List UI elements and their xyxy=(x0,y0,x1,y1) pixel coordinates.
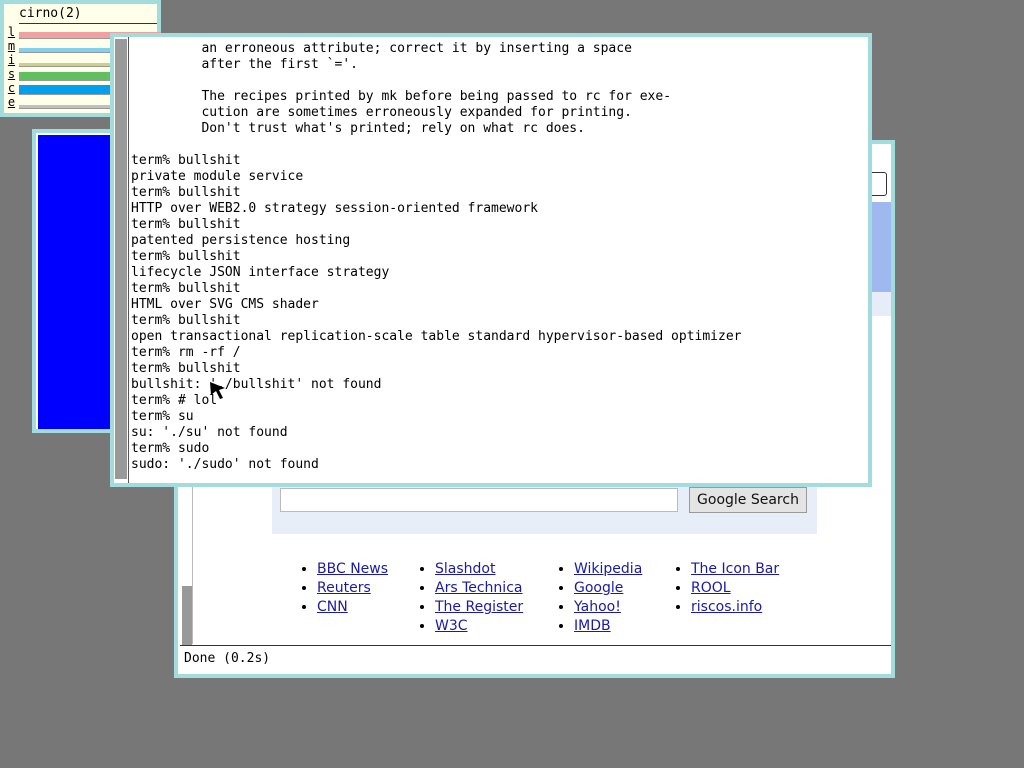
google-search-button[interactable]: Google Search xyxy=(689,487,807,513)
terminal-line: cution are sometimes erroneously expande… xyxy=(131,105,632,120)
stats-row-letter: c xyxy=(7,81,16,95)
link-bbc-news[interactable]: BBC News xyxy=(317,561,388,577)
terminal-line: patented persistence hosting xyxy=(131,233,351,248)
link-list-item: CNN xyxy=(317,598,421,617)
terminal-line: term% bullshit xyxy=(131,185,241,200)
terminal-line: su: './su' not found xyxy=(131,425,288,440)
terminal-line: bullshit: './bullshit' not found xyxy=(131,377,382,392)
link-riscos-info[interactable]: riscos.info xyxy=(691,599,762,615)
terminal-line: term% rm -rf / xyxy=(131,345,241,360)
link-list-item: Reuters xyxy=(317,579,421,598)
link-list-item: BBC News xyxy=(317,560,421,579)
link-yahoo[interactable]: Yahoo! xyxy=(574,599,621,615)
link-list-item: The Icon Bar xyxy=(691,560,801,579)
link-column-reference: Wikipedia Google Yahoo! IMDB xyxy=(560,560,677,636)
browser-scroll-thumb[interactable] xyxy=(182,586,192,652)
link-the-icon-bar[interactable]: The Icon Bar xyxy=(691,561,779,577)
link-list-item: W3C xyxy=(435,617,560,636)
link-list-item: Slashdot xyxy=(435,560,560,579)
stats-divider xyxy=(19,23,157,24)
status-text: Done (0.2s) xyxy=(184,651,271,666)
terminal-line: term% sudo xyxy=(131,441,210,456)
stats-row-letter: e xyxy=(7,95,16,109)
terminal-line: term% bullshit xyxy=(131,281,241,296)
terminal-line: term% bullshit xyxy=(131,153,241,168)
terminal-line: Don't trust what's printed; rely on what… xyxy=(131,121,585,136)
link-list-item: Google xyxy=(574,579,677,598)
terminal-scrollbar[interactable] xyxy=(114,37,129,483)
terminal-line: after the first `='. xyxy=(131,57,358,72)
terminal-line: private module service xyxy=(131,169,304,184)
link-column-news: BBC News Reuters CNN xyxy=(303,560,421,636)
terminal-line: open transactional replication-scale tab… xyxy=(131,329,742,344)
link-column-tech: Slashdot Ars Technica The Register W3C xyxy=(421,560,560,636)
link-slashdot[interactable]: Slashdot xyxy=(435,561,495,577)
link-the-register[interactable]: The Register xyxy=(435,599,523,615)
terminal-line: term% # lol xyxy=(131,393,218,408)
link-wikipedia[interactable]: Wikipedia xyxy=(574,561,642,577)
terminal-line: HTML over SVG CMS shader xyxy=(131,297,319,312)
terminal-line: sudo: './sudo' not found xyxy=(131,457,319,472)
blue-window-content xyxy=(38,135,120,429)
stats-row-letter: m xyxy=(7,39,16,53)
link-google[interactable]: Google xyxy=(574,580,623,596)
link-rool[interactable]: ROOL xyxy=(691,580,731,596)
terminal-line: lifecycle JSON interface strategy xyxy=(131,265,390,280)
link-list-item: Yahoo! xyxy=(574,598,677,617)
stats-title: cirno(2) xyxy=(19,6,82,21)
mouse-pointer-icon xyxy=(210,382,225,399)
terminal-line: term% bullshit xyxy=(131,249,241,264)
terminal-scroll-thumb[interactable] xyxy=(115,39,127,479)
link-column-riscos: The Icon Bar ROOL riscos.info xyxy=(677,560,801,636)
terminal-line: term% bullshit xyxy=(131,217,241,232)
terminal-line: The recipes printed by mk before being p… xyxy=(131,89,672,104)
stats-row-letter: l xyxy=(7,25,16,39)
link-cnn[interactable]: CNN xyxy=(317,599,348,615)
link-list-item: riscos.info xyxy=(691,598,801,617)
link-list-item: The Register xyxy=(435,598,560,617)
bookmark-links: BBC News Reuters CNN Slashdot Ars Technica T… xyxy=(303,560,801,636)
link-w3c[interactable]: W3C xyxy=(435,618,468,634)
link-list-item: Wikipedia xyxy=(574,560,677,579)
terminal-line: HTTP over WEB2.0 strategy session-orient… xyxy=(131,201,538,216)
terminal-window[interactable]: an erroneous attribute; correct it by in… xyxy=(110,33,872,487)
terminal-line: term% su xyxy=(131,409,194,424)
browser-status-bar: Done (0.2s) xyxy=(180,645,891,674)
link-list-item: ROOL xyxy=(691,579,801,598)
link-imdb[interactable]: IMDB xyxy=(574,618,611,634)
terminal-line: term% bullshit xyxy=(131,313,241,328)
link-list-item: IMDB xyxy=(574,617,677,636)
terminal-line: an erroneous attribute; correct it by in… xyxy=(131,41,632,56)
link-reuters[interactable]: Reuters xyxy=(317,580,371,596)
terminal-line: term% bullshit xyxy=(131,361,241,376)
search-input[interactable] xyxy=(280,488,678,512)
link-list-item: Ars Technica xyxy=(435,579,560,598)
stats-row-letter: i xyxy=(7,53,16,67)
terminal-text[interactable]: an erroneous attribute; correct it by in… xyxy=(131,41,864,473)
link-ars-technica[interactable]: Ars Technica xyxy=(435,580,522,596)
stats-row-letter: s xyxy=(7,67,16,81)
